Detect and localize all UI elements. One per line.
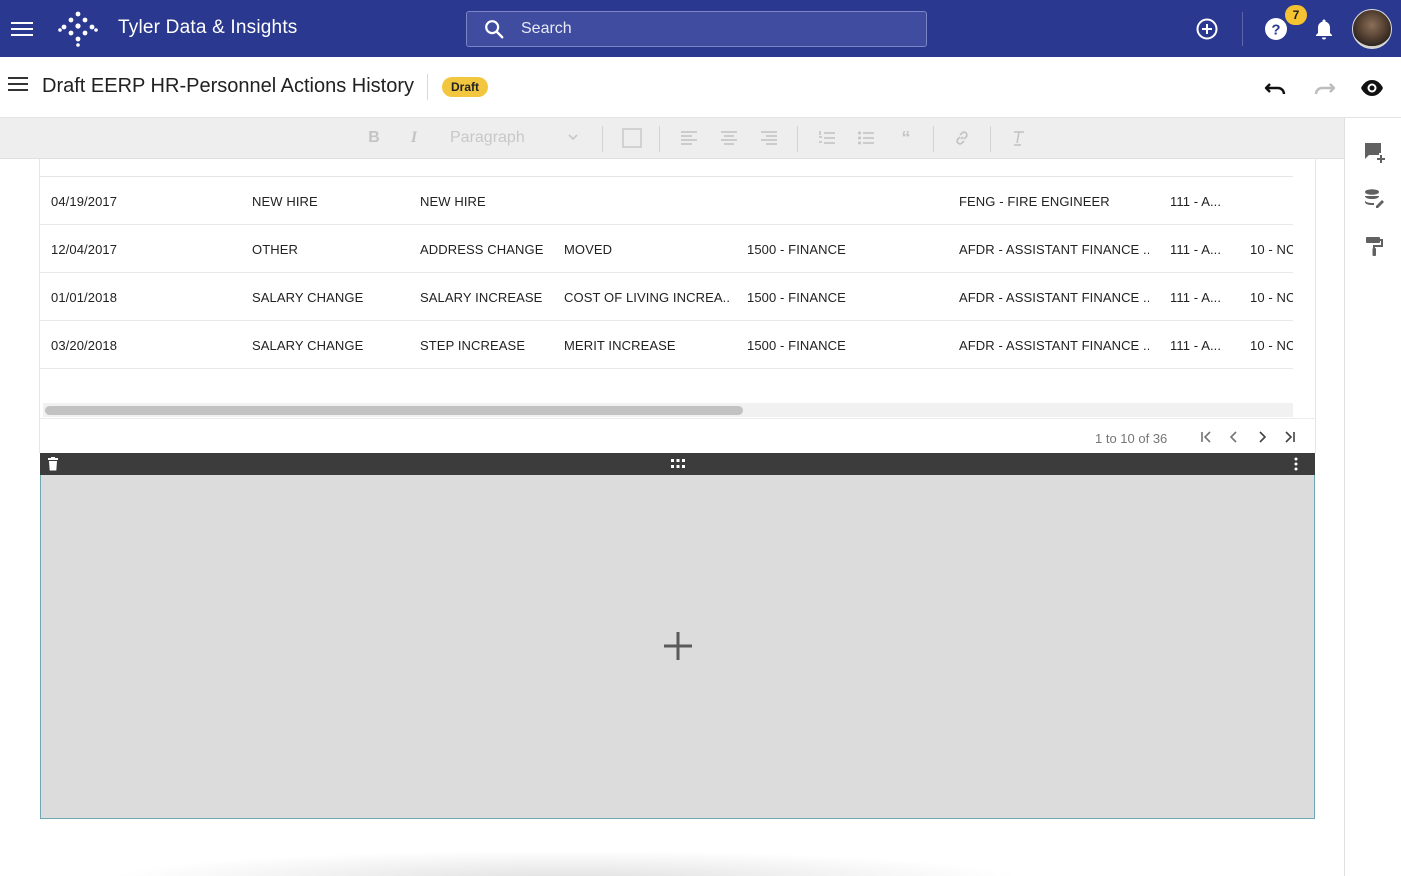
search-icon — [485, 20, 504, 39]
toolbar-divider — [797, 126, 798, 152]
status-badge: Draft — [442, 77, 489, 97]
clear-format-icon[interactable] — [1010, 127, 1028, 149]
cell-action-detail: MERIT INCREASE — [564, 338, 676, 353]
toolbar-divider — [990, 126, 991, 152]
plus-icon[interactable] — [661, 629, 695, 663]
user-avatar[interactable] — [1352, 9, 1392, 49]
add-circle-icon[interactable] — [1194, 16, 1220, 42]
paragraph-style-select[interactable]: Paragraph — [450, 129, 525, 147]
cell-action-date: 03/20/2018 — [51, 338, 118, 353]
cell-position: FENG - FIRE ENGINEER — [959, 194, 1110, 209]
drag-handle-icon[interactable] — [671, 459, 685, 469]
align-right-icon[interactable] — [760, 127, 778, 149]
add-widget-placeholder[interactable] — [40, 475, 1315, 819]
right-sidebar — [1344, 118, 1401, 876]
link-icon[interactable] — [953, 127, 971, 149]
toolbar-divider — [933, 126, 934, 152]
title-divider — [427, 74, 428, 100]
add-comment-icon[interactable] — [1362, 140, 1386, 164]
bullet-list-icon[interactable] — [857, 127, 875, 149]
toolbar-divider — [602, 126, 603, 152]
trash-icon[interactable] — [47, 457, 59, 471]
scrollbar-thumb[interactable] — [45, 406, 743, 415]
chevron-down-icon[interactable] — [566, 130, 580, 144]
cell-position: AFDR - ASSISTANT FINANCE ... — [959, 242, 1149, 257]
toolbar-divider — [659, 126, 660, 152]
cell-extra: 10 - NC — [1250, 242, 1293, 257]
last-page-icon[interactable] — [1282, 429, 1298, 445]
cell-department: 1500 - FINANCE — [747, 338, 846, 353]
align-left-icon[interactable] — [680, 127, 698, 149]
appbar-divider — [1242, 12, 1243, 46]
cell-action-date: 12/04/2017 — [51, 242, 118, 257]
cell-extra: 10 - NC — [1250, 338, 1293, 353]
search-box[interactable] — [466, 11, 927, 47]
cell-action-type: OTHER — [252, 242, 298, 257]
cell-action-type: NEW HIRE — [252, 194, 318, 209]
document-title[interactable]: Draft EERP HR-Personnel Actions History — [42, 75, 414, 98]
next-page-icon[interactable] — [1254, 429, 1270, 445]
app-title[interactable]: Tyler Data & Insights — [118, 17, 298, 39]
cell-action-detail: COST OF LIVING INCREA... — [564, 290, 729, 305]
cell-department: 1500 - FINANCE — [747, 290, 846, 305]
cell-action-reason: STEP INCREASE — [420, 338, 526, 353]
help-icon[interactable]: ? — [1263, 16, 1289, 42]
cell-action-reason: SALARY INCREASE — [420, 290, 543, 305]
notification-count-badge: 7 — [1285, 5, 1307, 25]
table-row[interactable]: 03/20/2018 SALARY CHANGE STEP INCREASE M… — [40, 321, 1293, 369]
svg-text:?: ? — [1271, 22, 1280, 39]
cell-action-reason: NEW HIRE — [420, 194, 486, 209]
table-row[interactable]: 12/04/2017 OTHER ADDRESS CHANGE MOVED 15… — [40, 225, 1293, 273]
horizontal-scrollbar[interactable] — [43, 403, 1293, 417]
cell-fund: 111 - A... — [1170, 338, 1222, 353]
tyler-logo-icon[interactable] — [58, 10, 98, 48]
formatting-toolbar: B I Paragraph “ — [0, 118, 1344, 159]
cell-action-detail: MOVED — [564, 242, 613, 257]
blockquote-icon[interactable]: “ — [897, 127, 915, 149]
cell-action-date: 01/01/2018 — [51, 290, 118, 305]
eye-icon[interactable] — [1359, 75, 1385, 101]
pagination-range: 1 to 10 of 36 — [1095, 431, 1168, 446]
paint-roller-icon[interactable] — [1362, 234, 1386, 258]
first-page-icon[interactable] — [1198, 429, 1214, 445]
undo-icon[interactable] — [1263, 75, 1289, 101]
cell-action-reason: ADDRESS CHANGE — [420, 242, 544, 257]
cell-action-type: SALARY CHANGE — [252, 338, 364, 353]
hamburger-menu-icon[interactable] — [10, 17, 34, 41]
cell-fund: 111 - A... — [1170, 290, 1222, 305]
table-row[interactable]: 01/01/2018 SALARY CHANGE SALARY INCREASE… — [40, 273, 1293, 321]
cell-department: 1500 - FINANCE — [747, 242, 846, 257]
more-vertical-icon[interactable] — [1291, 456, 1301, 472]
table-row[interactable]: 04/19/2017 NEW HIRE NEW HIRE FENG - FIRE… — [40, 177, 1293, 225]
search-input[interactable] — [521, 20, 901, 38]
widget-handle-bar — [40, 453, 1315, 475]
cell-position: AFDR - ASSISTANT FINANCE ... — [959, 290, 1149, 305]
pagination-bar: 1 to 10 of 36 — [40, 418, 1315, 453]
page-shadow — [100, 850, 1030, 876]
cell-fund: 111 - A... — [1170, 242, 1222, 257]
cell-extra: 10 - NC — [1250, 290, 1293, 305]
color-box-icon[interactable] — [621, 127, 643, 149]
numbered-list-icon[interactable] — [818, 127, 836, 149]
align-center-icon[interactable] — [720, 127, 738, 149]
bell-icon[interactable] — [1312, 17, 1336, 41]
bold-icon[interactable]: B — [366, 127, 382, 149]
document-header: Draft EERP HR-Personnel Actions History … — [0, 57, 1401, 118]
data-table-widget: 04/19/2017 NEW HIRE NEW HIRE FENG - FIRE… — [39, 159, 1316, 453]
previous-page-icon[interactable] — [1226, 429, 1242, 445]
app-bar: Tyler Data & Insights ? 7 — [0, 0, 1401, 57]
document-menu-icon[interactable] — [8, 76, 30, 98]
cell-fund: 111 - A... — [1170, 194, 1222, 209]
cell-action-date: 04/19/2017 — [51, 194, 118, 209]
cell-action-type: SALARY CHANGE — [252, 290, 364, 305]
cell-position: AFDR - ASSISTANT FINANCE ... — [959, 338, 1149, 353]
italic-icon[interactable]: I — [406, 127, 422, 149]
redo-icon[interactable] — [1311, 75, 1337, 101]
database-edit-icon[interactable] — [1362, 187, 1386, 211]
